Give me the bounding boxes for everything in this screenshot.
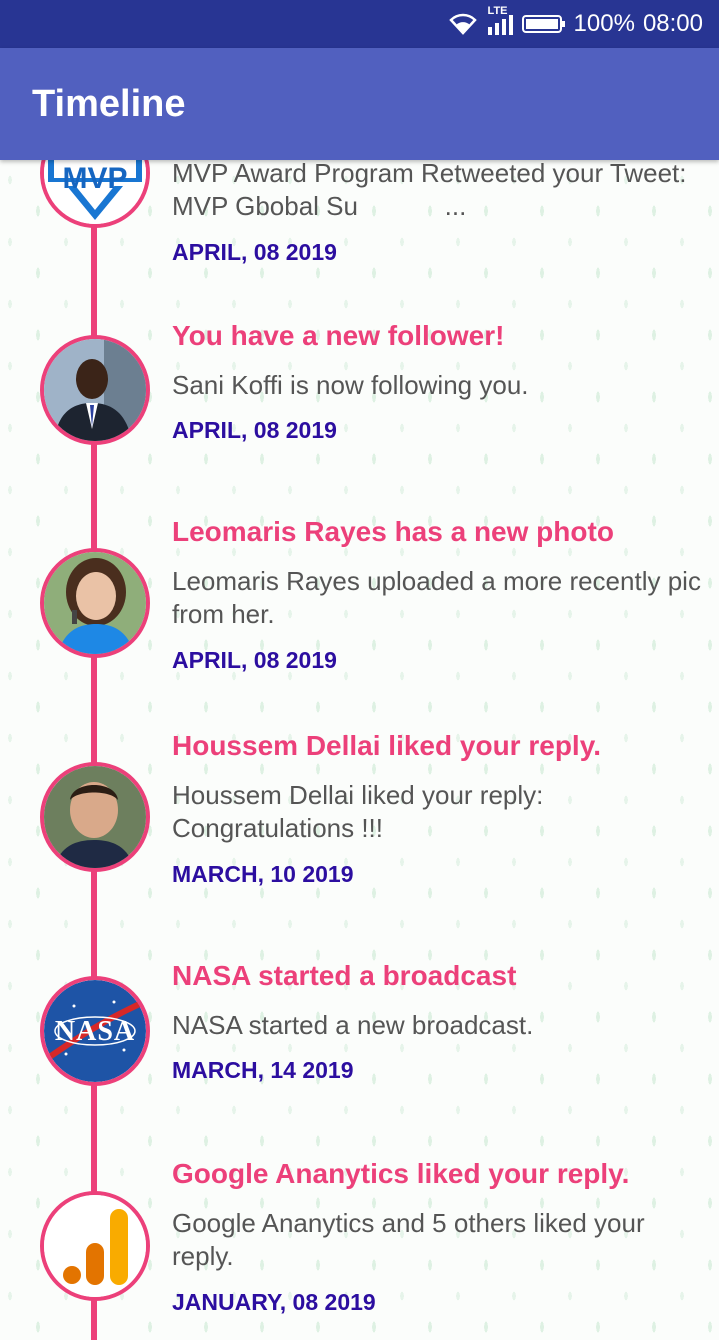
avatar-google-analytics: [40, 1191, 150, 1301]
timeline-item[interactable]: Houssem Dellai liked your reply. Houssem…: [0, 728, 719, 898]
item-body: Leomaris Rayes uploaded a more recently …: [172, 566, 701, 629]
status-bar: LTE 100% 08:00: [0, 0, 719, 48]
app-bar: Timeline: [0, 48, 719, 160]
timeline-item[interactable]: Google Ananytics liked your reply. Googl…: [0, 1156, 719, 1326]
timeline-item[interactable]: NASA NASA started a broadcast NASA start…: [0, 958, 719, 1098]
signal-icon: LTE: [486, 5, 514, 35]
mvp-logo-text: MVP: [62, 162, 128, 195]
item-date: MARCH, 14 2019: [172, 1057, 354, 1083]
battery-icon: [521, 13, 566, 35]
item-body: Sani Koffi is now following you.: [172, 370, 529, 400]
avatar-nasa: NASA: [40, 976, 150, 1086]
wifi-icon: [448, 13, 478, 35]
item-date: MARCH, 10 2019: [172, 861, 354, 887]
item-body: NASA started a new broadcast.: [172, 1010, 534, 1040]
avatar-leomaris-rayes: [40, 548, 150, 658]
item-title: You have a new follower!: [172, 320, 505, 351]
battery-percent: 100%: [573, 10, 635, 37]
item-date: APRIL, 08 2019: [172, 647, 337, 673]
item-body: MVP Award Program Retweeted your Tweet: …: [172, 158, 694, 221]
nasa-logo-text: NASA: [54, 1016, 136, 1047]
person-photo-icon: [44, 766, 146, 868]
item-date: JANUARY, 08 2019: [172, 1289, 376, 1315]
item-title: NASA started a broadcast: [172, 960, 517, 991]
timeline-item[interactable]: Leomaris Rayes has a new photo Leomaris …: [0, 514, 719, 684]
page-title: Timeline: [32, 82, 186, 125]
item-title: Houssem Dellai liked your reply.: [172, 730, 601, 761]
clock: 08:00: [642, 10, 703, 37]
item-body: Houssem Dellai liked your reply: Congrat…: [172, 780, 544, 843]
avatar-sani-koffi: [40, 335, 150, 445]
item-title: Leomaris Rayes has a new photo: [172, 516, 614, 547]
item-title: Google Ananytics liked your reply.: [172, 1158, 630, 1189]
timeline-item[interactable]: You have a new follower! Sani Koffi is n…: [0, 315, 719, 465]
google-analytics-icon: [44, 1195, 146, 1297]
avatar-houssem-dellai: [40, 762, 150, 872]
item-body: Google Ananytics and 5 others liked your…: [172, 1208, 645, 1271]
person-photo-icon: [44, 339, 146, 441]
timeline-item[interactable]: MVP MVP Award Program Retweeted your Twe…: [0, 118, 719, 270]
item-date: APRIL, 08 2019: [172, 239, 337, 265]
item-date: APRIL, 08 2019: [172, 417, 337, 443]
network-type-label: LTE: [487, 5, 508, 17]
person-photo-icon: [44, 552, 146, 654]
